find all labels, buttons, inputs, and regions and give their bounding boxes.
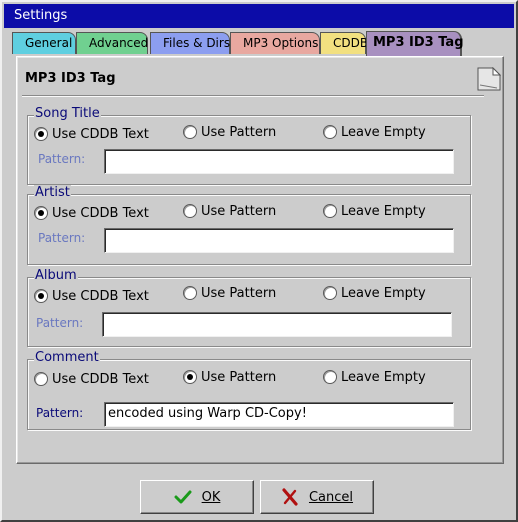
radio-unchecked-icon bbox=[183, 125, 197, 139]
album-pattern-input[interactable] bbox=[102, 312, 452, 337]
album-pattern-label: Pattern: bbox=[36, 316, 84, 330]
tab-cddb-label: CDDB bbox=[333, 36, 369, 50]
song-title-group: Song Title Use CDDB Text Use Pattern Lea… bbox=[27, 106, 471, 185]
artist-pattern-label: Pattern: bbox=[38, 231, 86, 245]
song-title-pattern-input[interactable] bbox=[104, 149, 454, 174]
radio-label: Use Pattern bbox=[201, 203, 277, 219]
x-icon bbox=[282, 488, 298, 506]
tab-mp3-options[interactable]: MP3 Options bbox=[230, 32, 320, 54]
tab-cddb[interactable]: CDDB bbox=[320, 32, 369, 54]
radio-label: Use Pattern bbox=[201, 124, 277, 140]
page-corner-icon[interactable] bbox=[477, 67, 501, 91]
album-leave-empty-radio[interactable]: Leave Empty bbox=[323, 284, 426, 302]
radio-label: Leave Empty bbox=[341, 369, 426, 385]
radio-checked-icon bbox=[34, 206, 48, 220]
radio-label: Leave Empty bbox=[341, 285, 426, 301]
radio-label: Use CDDB Text bbox=[52, 288, 149, 304]
title-bar[interactable]: Settings bbox=[4, 4, 514, 28]
cancel-button-label: Cancel bbox=[308, 489, 354, 505]
radio-label: Use CDDB Text bbox=[52, 371, 149, 387]
tab-panel: MP3 ID3 Tag Song Title Use CDDB Text Use… bbox=[16, 56, 504, 464]
tab-general-label: General bbox=[25, 36, 73, 50]
radio-unchecked-icon bbox=[323, 370, 337, 384]
radio-unchecked-icon bbox=[323, 204, 337, 218]
radio-unchecked-icon bbox=[183, 286, 197, 300]
radio-unchecked-icon bbox=[323, 125, 337, 139]
tab-mp3-id3-tag-label: MP3 ID3 Tag bbox=[373, 35, 464, 50]
radio-checked-icon bbox=[34, 127, 48, 141]
album-use-pattern-radio[interactable]: Use Pattern bbox=[183, 284, 276, 302]
artist-leave-empty-radio[interactable]: Leave Empty bbox=[323, 202, 426, 220]
tab-strip: General Advanced Files & Dirs MP3 Option… bbox=[2, 31, 518, 56]
radio-unchecked-icon bbox=[34, 372, 48, 386]
settings-window: Settings General Advanced Files & Dirs M… bbox=[0, 0, 518, 522]
comment-pattern-input[interactable]: encoded using Warp CD-Copy! bbox=[104, 402, 454, 427]
cancel-button[interactable]: Cancel bbox=[260, 480, 374, 514]
ok-button-label: OK bbox=[201, 489, 221, 505]
radio-label: Use CDDB Text bbox=[52, 126, 149, 142]
artist-pattern-input[interactable] bbox=[104, 228, 454, 253]
radio-checked-icon bbox=[34, 289, 48, 303]
artist-use-cddb-radio[interactable]: Use CDDB Text bbox=[34, 204, 149, 222]
radio-label: Leave Empty bbox=[341, 124, 426, 140]
panel-divider bbox=[22, 95, 484, 97]
album-legend: Album bbox=[34, 268, 78, 284]
radio-label: Use CDDB Text bbox=[52, 205, 149, 221]
album-group: Album Use CDDB Text Use Pattern Leave Em… bbox=[27, 268, 471, 347]
comment-group: Comment Use CDDB Text Use Pattern Leave … bbox=[27, 350, 471, 430]
check-icon bbox=[174, 490, 192, 504]
artist-use-pattern-radio[interactable]: Use Pattern bbox=[183, 202, 276, 220]
radio-unchecked-icon bbox=[183, 204, 197, 218]
artist-group: Artist Use CDDB Text Use Pattern Leave E… bbox=[27, 185, 471, 265]
album-use-cddb-radio[interactable]: Use CDDB Text bbox=[34, 287, 149, 305]
tab-mp3-options-label: MP3 Options bbox=[243, 36, 319, 50]
radio-checked-icon bbox=[183, 370, 197, 384]
song-title-legend: Song Title bbox=[34, 106, 101, 122]
ok-button[interactable]: OK bbox=[140, 480, 254, 514]
comment-use-cddb-radio[interactable]: Use CDDB Text bbox=[34, 370, 149, 388]
artist-legend: Artist bbox=[34, 185, 71, 201]
radio-unchecked-icon bbox=[323, 286, 337, 300]
tab-advanced[interactable]: Advanced bbox=[76, 32, 148, 54]
tab-advanced-label: Advanced bbox=[89, 36, 149, 50]
song-title-leave-empty-radio[interactable]: Leave Empty bbox=[323, 123, 426, 141]
comment-pattern-label: Pattern: bbox=[36, 406, 84, 420]
tab-files-dirs-label: Files & Dirs bbox=[163, 36, 231, 50]
tab-files-dirs[interactable]: Files & Dirs bbox=[150, 32, 230, 54]
tab-mp3-id3-tag[interactable]: MP3 ID3 Tag bbox=[366, 31, 464, 56]
comment-leave-empty-radio[interactable]: Leave Empty bbox=[323, 368, 426, 386]
radio-label: Leave Empty bbox=[341, 203, 426, 219]
song-title-use-pattern-radio[interactable]: Use Pattern bbox=[183, 123, 276, 141]
song-title-pattern-label: Pattern: bbox=[38, 152, 86, 166]
song-title-use-cddb-radio[interactable]: Use CDDB Text bbox=[34, 125, 149, 143]
window-title: Settings bbox=[14, 8, 68, 23]
panel-title: MP3 ID3 Tag bbox=[25, 71, 116, 86]
radio-label: Use Pattern bbox=[201, 369, 277, 385]
tab-general[interactable]: General bbox=[12, 32, 76, 54]
comment-legend: Comment bbox=[34, 350, 100, 366]
radio-label: Use Pattern bbox=[201, 285, 277, 301]
comment-use-pattern-radio[interactable]: Use Pattern bbox=[183, 368, 276, 386]
